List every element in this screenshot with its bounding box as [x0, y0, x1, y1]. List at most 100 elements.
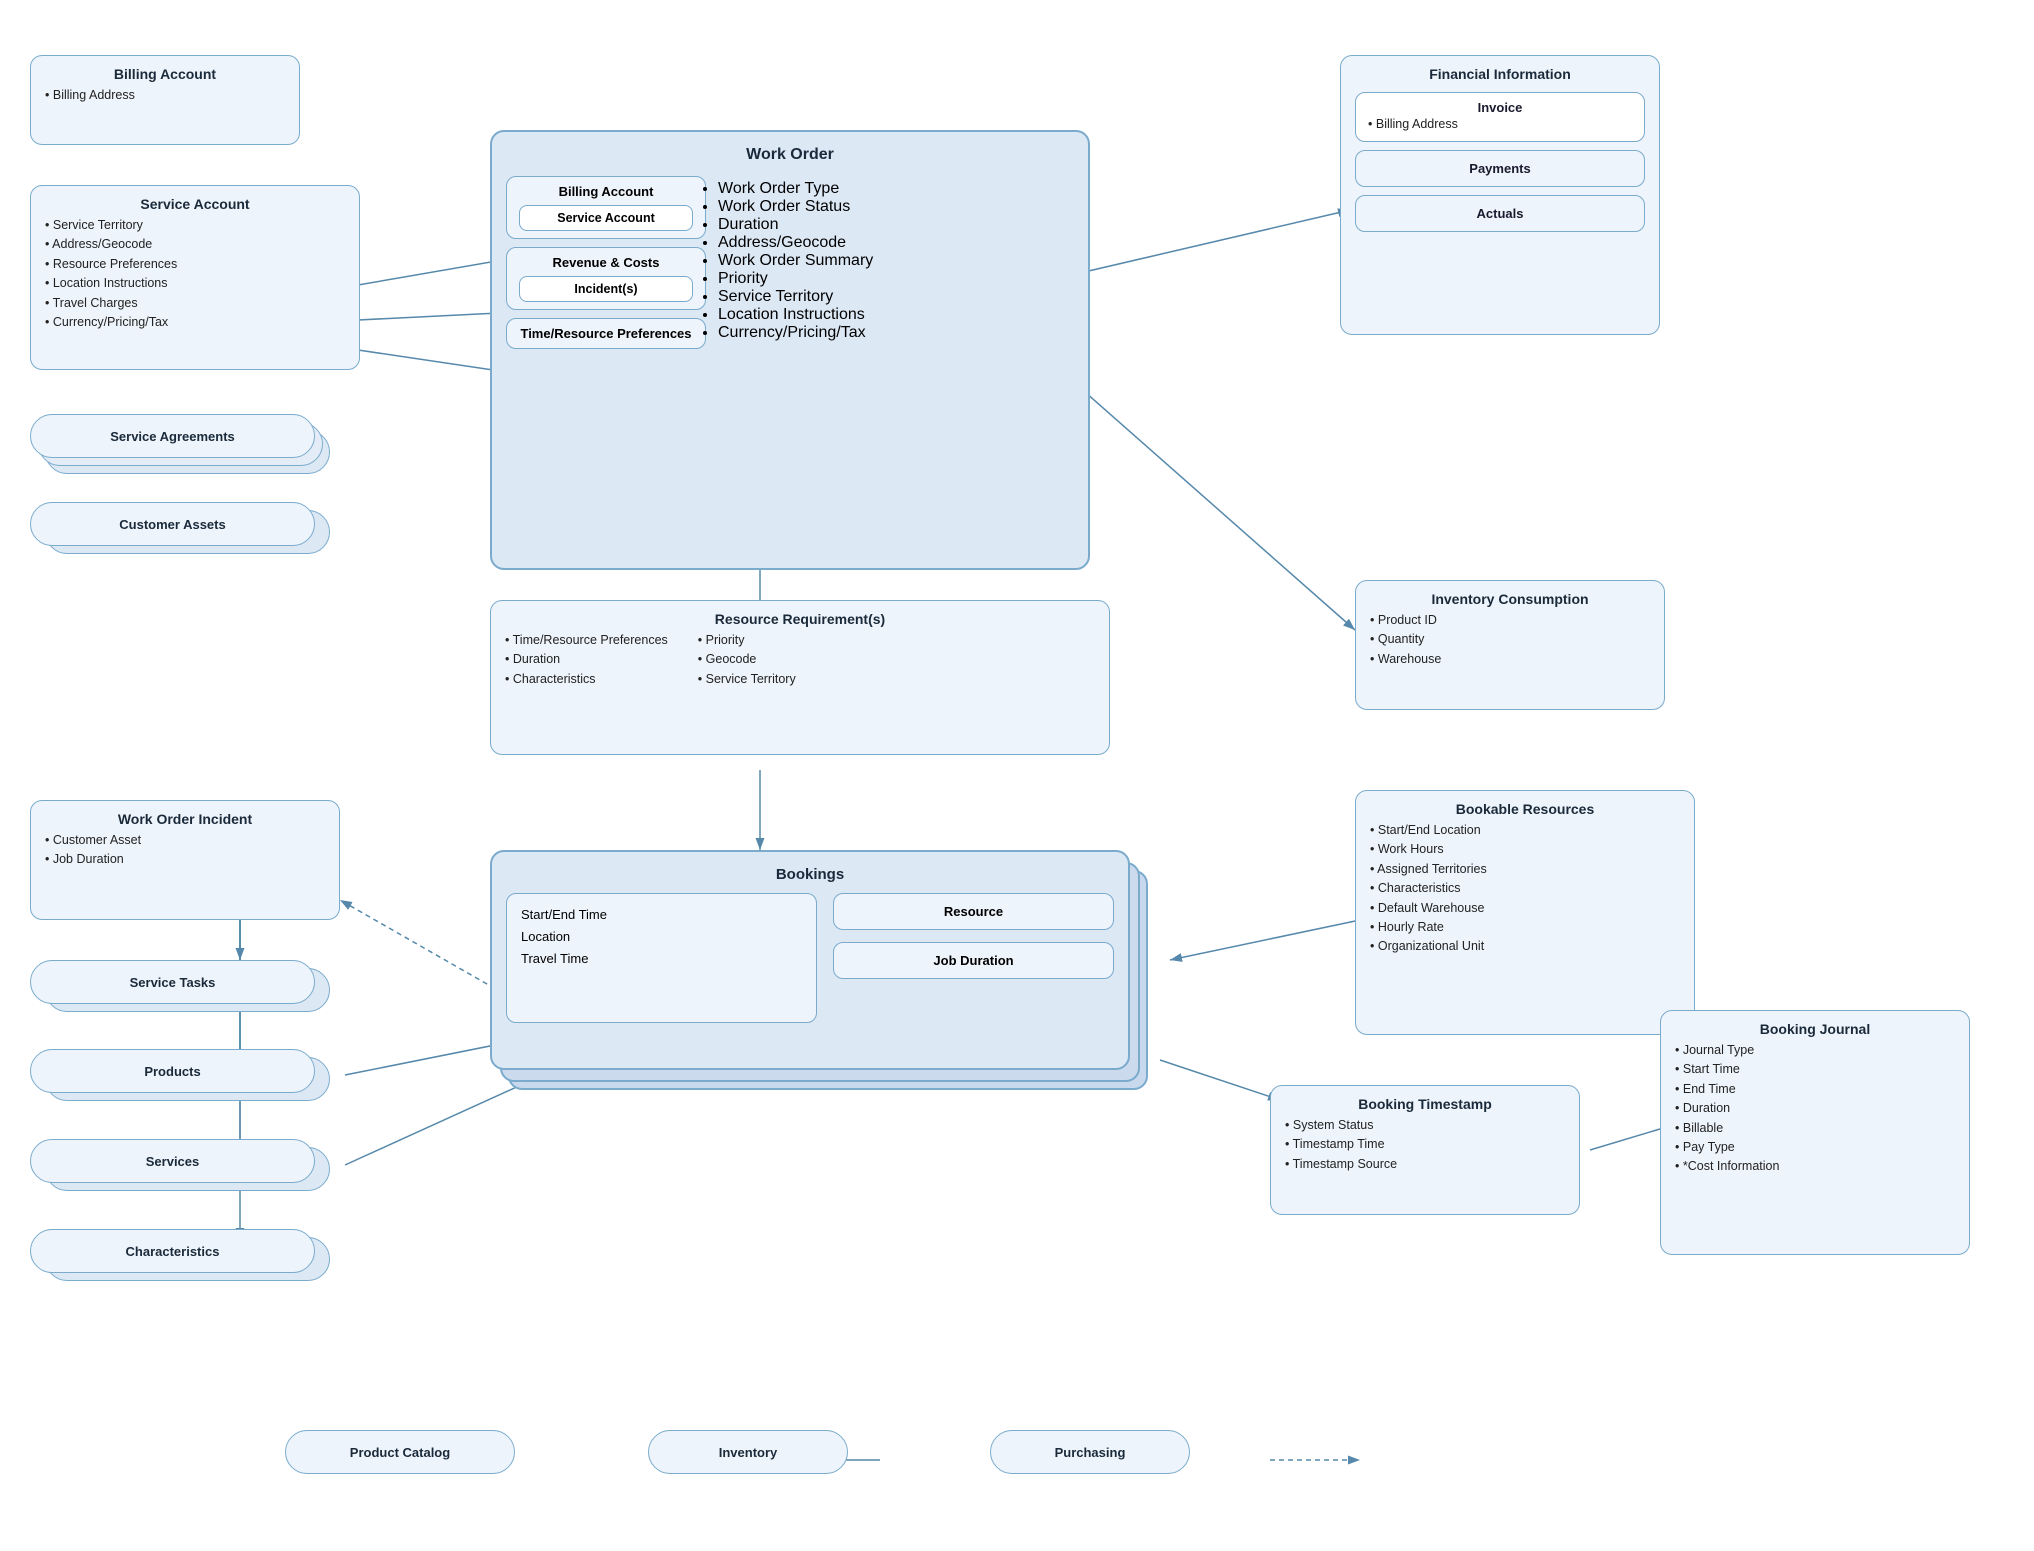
- work-order-main-box: Work Order Billing Account Service Accou…: [490, 130, 1090, 570]
- bookings-box: Bookings Start/End Time Location Travel …: [490, 850, 1130, 1070]
- invoice-list: Billing Address: [1368, 115, 1632, 134]
- booking-journal-list: Journal Type Start Time End Time Duratio…: [1675, 1041, 1955, 1177]
- bj-item-1: Start Time: [1675, 1060, 1955, 1079]
- bookable-resources-title: Bookable Resources: [1370, 801, 1680, 817]
- bt-item-1: Timestamp Time: [1285, 1135, 1565, 1154]
- inv-con-item-2: Warehouse: [1370, 650, 1650, 669]
- wo-item-1: Work Order Status: [718, 198, 873, 216]
- br-item-4: Default Warehouse: [1370, 899, 1680, 918]
- products-pill[interactable]: Products: [30, 1049, 315, 1093]
- revenue-costs-inner: Revenue & Costs Incident(s): [506, 247, 706, 310]
- bookable-resources-box: Bookable Resources Start/End Location Wo…: [1355, 790, 1695, 1035]
- service-agreements-pill[interactable]: Service Agreements: [30, 414, 315, 458]
- bj-item-4: Billable: [1675, 1119, 1955, 1138]
- financial-info-title: Financial Information: [1355, 66, 1645, 82]
- service-account-list: Service Territory Address/Geocode Resour…: [45, 216, 345, 332]
- bt-item-0: System Status: [1285, 1116, 1565, 1135]
- bookings-left-panel: Start/End Time Location Travel Time: [506, 893, 817, 1023]
- work-order-incident-list: Customer Asset Job Duration: [45, 831, 325, 870]
- booking-timestamp-title: Booking Timestamp: [1285, 1096, 1565, 1112]
- bt-item-2: Timestamp Source: [1285, 1155, 1565, 1174]
- billing-account-top-item-0: Billing Address: [45, 86, 285, 105]
- bj-item-5: Pay Type: [1675, 1138, 1955, 1157]
- diagram: Billing Account Billing Address Service …: [0, 0, 2034, 1551]
- inv-con-item-0: Product ID: [1370, 611, 1650, 630]
- work-order-incident-item-0: Customer Asset: [45, 831, 325, 850]
- rr-left-1: Duration: [505, 650, 668, 669]
- bj-item-3: Duration: [1675, 1099, 1955, 1118]
- service-account-item-4: Travel Charges: [45, 294, 345, 313]
- service-account-item-3: Location Instructions: [45, 274, 345, 293]
- service-account-box: Service Account Service Territory Addres…: [30, 185, 360, 370]
- characteristics-left-pill[interactable]: Characteristics: [30, 1229, 315, 1273]
- wo-item-3: Address/Geocode: [718, 234, 873, 252]
- service-tasks-pill[interactable]: Service Tasks: [30, 960, 315, 1004]
- bookings-left-0: Start/End Time: [521, 904, 802, 926]
- service-account-title: Service Account: [45, 196, 345, 212]
- inventory-pill[interactable]: Inventory: [648, 1430, 848, 1474]
- br-item-2: Assigned Territories: [1370, 860, 1680, 879]
- inv-con-item-1: Quantity: [1370, 630, 1650, 649]
- br-item-5: Hourly Rate: [1370, 918, 1680, 937]
- payments-label: Payments: [1355, 150, 1645, 187]
- rr-right-1: Geocode: [698, 650, 796, 669]
- booking-journal-box: Booking Journal Journal Type Start Time …: [1660, 1010, 1970, 1255]
- service-account-item-2: Resource Preferences: [45, 255, 345, 274]
- bj-item-0: Journal Type: [1675, 1041, 1955, 1060]
- billing-account-top-title: Billing Account: [45, 66, 285, 82]
- rr-left-0: Time/Resource Preferences: [505, 631, 668, 650]
- booking-timestamp-box: Booking Timestamp System Status Timestam…: [1270, 1085, 1580, 1215]
- wo-item-4: Work Order Summary: [718, 252, 873, 270]
- br-item-0: Start/End Location: [1370, 821, 1680, 840]
- financial-information-box: Financial Information Invoice Billing Ad…: [1340, 55, 1660, 335]
- job-duration-inner-box: Job Duration: [833, 942, 1114, 979]
- wo-item-7: Location Instructions: [718, 306, 873, 324]
- wo-item-5: Priority: [718, 270, 873, 288]
- br-item-3: Characteristics: [1370, 879, 1680, 898]
- work-order-main-title: Work Order: [506, 146, 1074, 164]
- inventory-consumption-box: Inventory Consumption Product ID Quantit…: [1355, 580, 1665, 710]
- actuals-label: Actuals: [1355, 195, 1645, 232]
- bookings-right-panel: Resource Job Duration: [833, 893, 1114, 979]
- rr-right-0: Priority: [698, 631, 796, 650]
- bookable-resources-list: Start/End Location Work Hours Assigned T…: [1370, 821, 1680, 957]
- service-account-inner: Service Account: [519, 205, 693, 231]
- invoice-label: Invoice: [1368, 100, 1632, 115]
- billing-account-top-box: Billing Account Billing Address: [30, 55, 300, 145]
- booking-journal-title: Booking Journal: [1675, 1021, 1955, 1037]
- rr-right-2: Service Territory: [698, 670, 796, 689]
- bj-item-2: End Time: [1675, 1080, 1955, 1099]
- customer-assets-pill[interactable]: Customer Assets: [30, 502, 315, 546]
- invoice-inner: Invoice Billing Address: [1355, 92, 1645, 142]
- work-order-incident-box: Work Order Incident Customer Asset Job D…: [30, 800, 340, 920]
- booking-timestamp-list: System Status Timestamp Time Timestamp S…: [1285, 1116, 1565, 1174]
- bookings-left-1: Location: [521, 926, 802, 948]
- work-order-main-list: Work Order Type Work Order Status Durati…: [718, 180, 873, 342]
- wo-item-0: Work Order Type: [718, 180, 873, 198]
- service-account-item-0: Service Territory: [45, 216, 345, 235]
- billing-account-inner: Billing Account Service Account: [506, 176, 706, 239]
- resource-requirements-box: Resource Requirement(s) Time/Resource Pr…: [490, 600, 1110, 755]
- wo-item-2: Duration: [718, 216, 873, 234]
- incidents-inner: Incident(s): [519, 276, 693, 302]
- bookings-left-2: Travel Time: [521, 948, 802, 970]
- bookings-left-list: Start/End Time Location Travel Time: [521, 904, 802, 970]
- purchasing-pill[interactable]: Purchasing: [990, 1430, 1190, 1474]
- inventory-consumption-list: Product ID Quantity Warehouse: [1370, 611, 1650, 669]
- work-order-incident-item-1: Job Duration: [45, 850, 325, 869]
- resource-inner-box: Resource: [833, 893, 1114, 930]
- product-catalog-pill[interactable]: Product Catalog: [285, 1430, 515, 1474]
- inventory-consumption-title: Inventory Consumption: [1370, 591, 1650, 607]
- billing-account-top-list: Billing Address: [45, 86, 285, 105]
- services-pill[interactable]: Services: [30, 1139, 315, 1183]
- service-account-item-5: Currency/Pricing/Tax: [45, 313, 345, 332]
- time-resource-inner: Time/Resource Preferences: [506, 318, 706, 349]
- br-item-6: Organizational Unit: [1370, 937, 1680, 956]
- resource-req-title: Resource Requirement(s): [505, 611, 1095, 627]
- work-order-incident-title: Work Order Incident: [45, 811, 325, 827]
- invoice-item-0: Billing Address: [1368, 115, 1632, 134]
- wo-item-8: Currency/Pricing/Tax: [718, 324, 873, 342]
- wo-item-6: Service Territory: [718, 288, 873, 306]
- service-account-item-1: Address/Geocode: [45, 235, 345, 254]
- br-item-1: Work Hours: [1370, 840, 1680, 859]
